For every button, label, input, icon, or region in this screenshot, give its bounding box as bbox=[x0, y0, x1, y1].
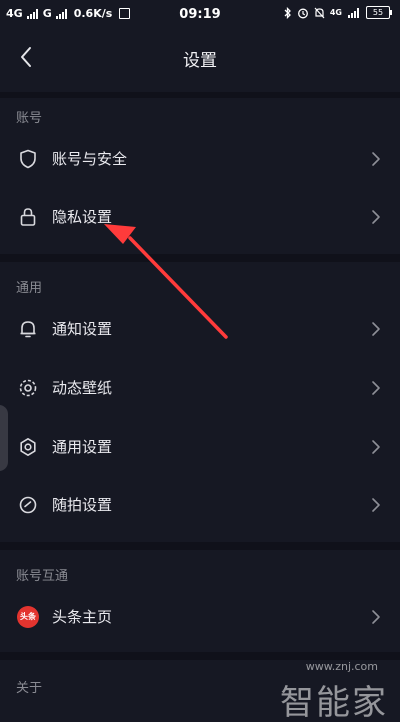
chevron-right-icon bbox=[372, 610, 380, 624]
status-right: 4G 55 bbox=[284, 6, 392, 19]
wallpaper-icon bbox=[16, 376, 40, 400]
settings-screen: 4G G 0.6K/s 09:19 4G 55 设置 账号 账号与安全 隐私设置… bbox=[0, 0, 400, 722]
settings-item-general[interactable]: 通用设置 bbox=[0, 420, 400, 474]
chevron-right-icon bbox=[372, 210, 380, 224]
battery-icon: 55 bbox=[366, 6, 392, 19]
settings-item-label: 隐私设置 bbox=[52, 208, 113, 226]
chevron-right-icon bbox=[372, 498, 380, 512]
page-title: 设置 bbox=[183, 51, 217, 71]
floating-side-handle[interactable] bbox=[0, 405, 8, 471]
mute-icon bbox=[314, 7, 325, 18]
settings-item-label: 头条主页 bbox=[52, 608, 113, 626]
chevron-right-icon bbox=[372, 152, 380, 166]
chevron-right-icon bbox=[372, 381, 380, 395]
section-divider bbox=[0, 652, 400, 660]
network-type-right: 4G bbox=[329, 8, 342, 17]
bell-icon bbox=[16, 317, 40, 341]
settings-item-account-security[interactable]: 账号与安全 bbox=[0, 132, 400, 186]
settings-item-label: 通用设置 bbox=[52, 438, 113, 456]
shield-icon bbox=[16, 147, 40, 171]
status-bar: 4G G 0.6K/s 09:19 4G 55 bbox=[0, 0, 400, 30]
toutiao-logo: 头条 bbox=[17, 606, 39, 628]
section-label-account-link: 账号互通 bbox=[16, 569, 69, 584]
settings-item-label: 账号与安全 bbox=[52, 150, 128, 168]
lock-icon bbox=[16, 205, 40, 229]
section-label-account: 账号 bbox=[16, 111, 43, 126]
section-divider bbox=[0, 254, 400, 262]
settings-item-live-wallpaper[interactable]: 动态壁纸 bbox=[0, 361, 400, 415]
settings-item-privacy[interactable]: 隐私设置 bbox=[0, 190, 400, 244]
settings-item-label: 通知设置 bbox=[52, 320, 113, 338]
watermark-domain: www.znj.com bbox=[305, 660, 378, 673]
alarm-icon bbox=[297, 8, 308, 18]
title-bar: 设置 bbox=[0, 30, 400, 84]
chevron-right-icon bbox=[372, 322, 380, 336]
settings-item-label: 随拍设置 bbox=[52, 496, 113, 514]
section-divider bbox=[0, 92, 400, 98]
section-label-general: 通用 bbox=[16, 281, 43, 296]
bluetooth-icon bbox=[284, 6, 291, 19]
section-label-about: 关于 bbox=[16, 681, 43, 696]
settings-item-quick-shot[interactable]: 随拍设置 bbox=[0, 478, 400, 532]
settings-item-notifications[interactable]: 通知设置 bbox=[0, 302, 400, 356]
watermark: www.znj.com 智能家 bbox=[280, 660, 388, 722]
chevron-right-icon bbox=[372, 440, 380, 454]
settings-item-label: 动态壁纸 bbox=[52, 379, 113, 397]
settings-item-toutiao-home[interactable]: 头条 头条主页 bbox=[0, 590, 400, 644]
watermark-brand: 智能家 bbox=[280, 683, 388, 722]
camera-timer-icon bbox=[16, 493, 40, 517]
toutiao-logo-icon: 头条 bbox=[16, 605, 40, 629]
section-divider bbox=[0, 542, 400, 550]
signal-icon-right bbox=[348, 7, 359, 18]
gear-icon bbox=[16, 435, 40, 459]
